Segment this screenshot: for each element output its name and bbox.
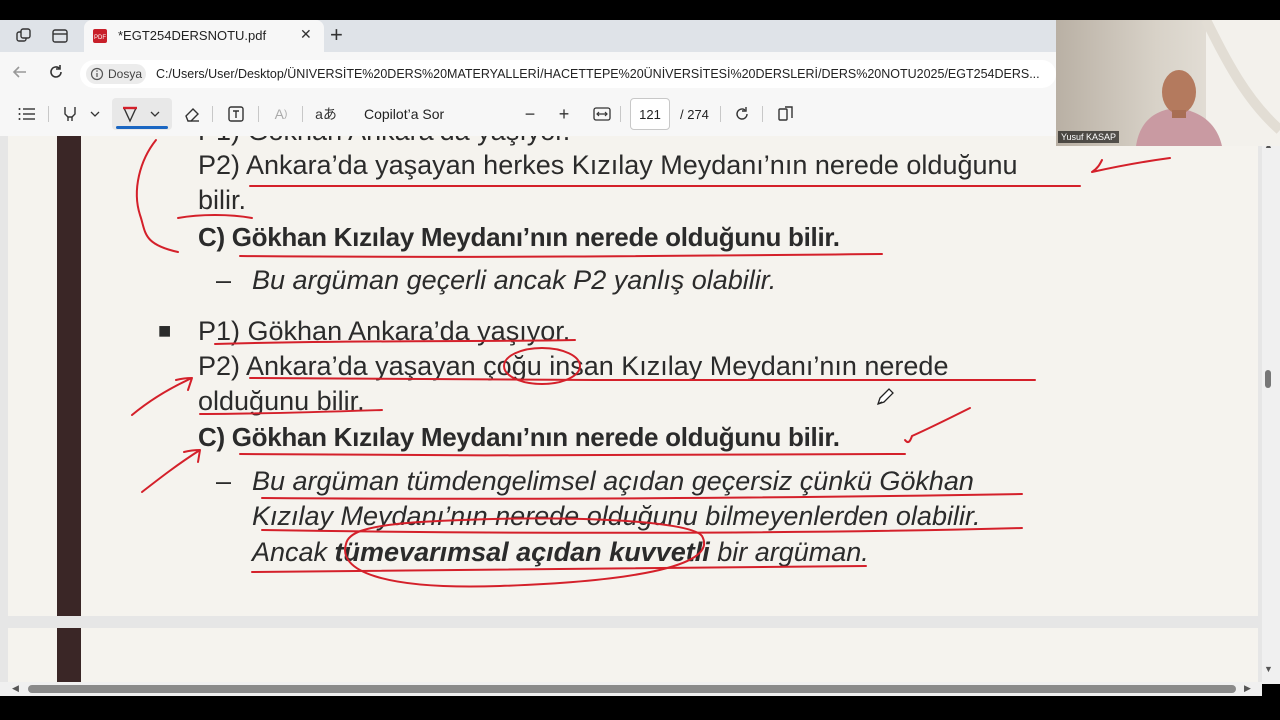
ink-underline-conclusion-1 [239,253,883,258]
ink-check-1 [1091,157,1171,173]
pen-cursor-icon [874,386,896,413]
ink-underline-comment-line3 [251,565,867,573]
ink-circle-tumevarimsal [344,517,705,588]
ink-underline-comment-line1 [261,493,1023,500]
scroll-down-icon[interactable]: ▼ [1264,664,1273,674]
webcam-name-label: Yusuf KASAP [1058,131,1120,143]
ink-underline-olduğunu [199,409,383,415]
ink-underline-p2-block2 [249,377,1036,382]
ink-arrow-2 [141,449,201,493]
ink-check-2 [904,407,971,444]
horizontal-scroll-thumb[interactable] [28,685,1236,693]
vertical-scrollbar[interactable] [1262,136,1280,684]
webcam-overlay [1056,20,1280,146]
vertical-scroll-thumb[interactable] [1265,370,1271,388]
scroll-right-icon[interactable]: ▶ [1244,683,1251,694]
ink-circle-cogu [503,347,581,385]
ink-underline-bilir [177,214,253,219]
presenter-video-icon [1136,20,1280,146]
ink-underline-comment-line2 [261,527,1023,534]
scroll-left-icon[interactable]: ◀ [12,683,19,694]
ink-arrow-1 [131,377,193,416]
bottom-black-band [0,696,1280,720]
ink-underline-conclusion-2 [239,453,906,457]
ink-bracket [135,139,179,253]
ink-underline-p1 [214,339,576,345]
